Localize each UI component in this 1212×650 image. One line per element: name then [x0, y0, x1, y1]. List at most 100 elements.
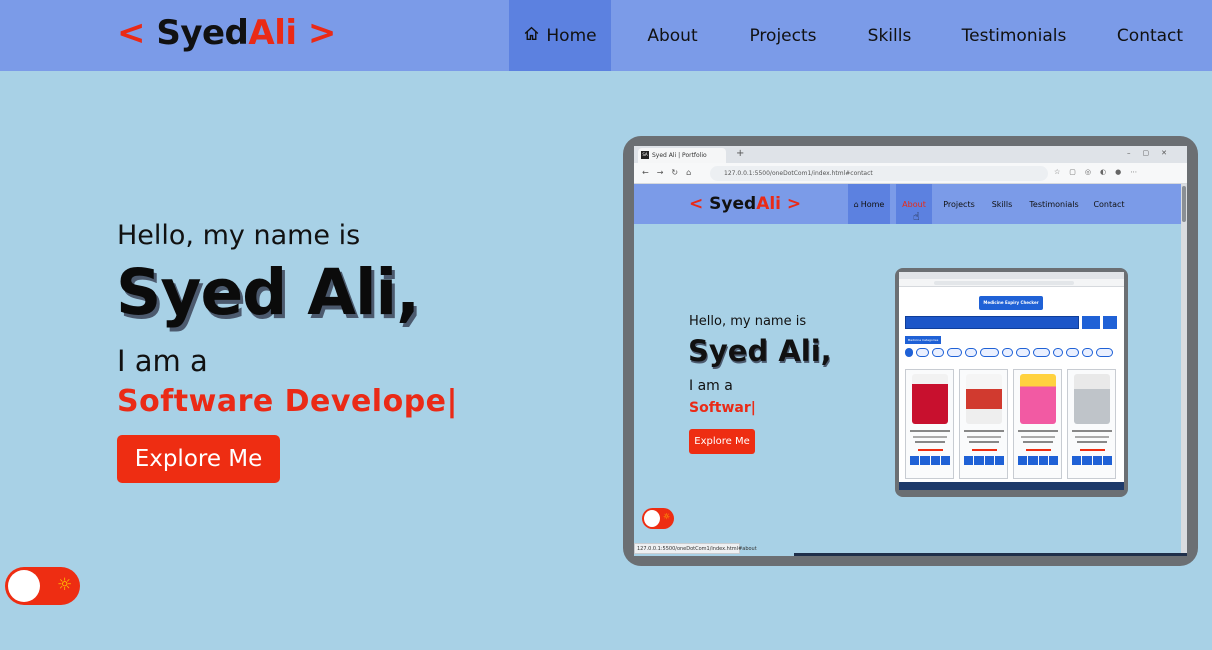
- theme-toggle[interactable]: ☼: [5, 567, 80, 605]
- logo-close-bracket: >: [296, 13, 337, 53]
- medicine-expiry-line: [1026, 449, 1051, 451]
- preview-explore-button: Explore Me: [689, 429, 755, 454]
- medicine-cards: [905, 369, 1117, 479]
- medicine-stock-line: [915, 441, 945, 443]
- medicine-image: [912, 374, 948, 424]
- preview-logo-first: Syed: [709, 194, 757, 214]
- preview-logo-last: Ali: [756, 194, 782, 214]
- preview-nav-label: About: [902, 199, 926, 209]
- medicine-card: [905, 369, 954, 479]
- preview-theme-toggle: ☼: [642, 508, 674, 529]
- nested-tab-bar: [899, 272, 1124, 279]
- nav-item-testimonials[interactable]: Testimonials: [948, 0, 1080, 71]
- preview-scrollbar: [1181, 184, 1187, 556]
- new-tab-icon: +: [736, 148, 745, 159]
- preview-nav-contact: Contact: [1089, 184, 1129, 224]
- preview-scrollbar-thumb: [1182, 186, 1186, 222]
- hero-typed-role: Software Develope|: [117, 384, 458, 419]
- medicine-app-title: Medicine Expiry Checker: [979, 296, 1043, 310]
- preview-nav-home: ⌂ Home: [848, 184, 890, 224]
- nav-item-projects[interactable]: Projects: [734, 0, 832, 71]
- nav-item-home[interactable]: Home: [509, 0, 611, 71]
- browser-tab-title: Syed Ali | Portfolio: [652, 152, 707, 159]
- medicine-categories-label: Medicine Categories: [905, 336, 941, 344]
- preview-nav-label: Projects: [943, 199, 975, 209]
- medicine-image: [1074, 374, 1110, 424]
- category-chip: [947, 348, 962, 357]
- nav-item-skills[interactable]: Skills: [852, 0, 927, 71]
- preview-sun-icon: ☼: [663, 512, 671, 521]
- preview-nav-skills: Skills: [986, 184, 1018, 224]
- category-chip: [1016, 348, 1030, 357]
- explore-me-button[interactable]: Explore Me: [117, 435, 280, 483]
- project-preview-screenshot: SA Syed Ali | Portfolio + –▢✕ ←→↻⌂ 127.0…: [634, 146, 1187, 556]
- category-chip: [980, 348, 999, 357]
- medicine-stock-line: [969, 441, 999, 443]
- nested-address-bar: [899, 279, 1124, 287]
- preview-home-icon: ⌂: [853, 199, 859, 209]
- medicine-stock-line: [1077, 441, 1107, 443]
- toggle-knob: [8, 570, 40, 602]
- hero-greeting: Hello, my name is: [117, 220, 361, 251]
- browser-status-url: 127.0.0.1:5500/oneDotCom1/index.html#abo…: [634, 543, 757, 554]
- medicine-stock-line: [1023, 441, 1053, 443]
- hero-intro: I am a: [117, 344, 208, 378]
- medicine-card-buttons: [910, 456, 950, 465]
- sun-icon: ☼: [57, 575, 73, 595]
- logo-first-name: Syed: [156, 13, 249, 53]
- category-chip: [932, 348, 944, 357]
- preview-nav-label: Contact: [1093, 199, 1125, 209]
- medicine-expiry-line: [972, 449, 997, 451]
- medicine-clear-button: [1103, 316, 1117, 329]
- category-chip: [1096, 348, 1113, 357]
- medicine-card-buttons: [1018, 456, 1058, 465]
- nav-item-label: Contact: [1116, 25, 1184, 46]
- browser-address-bar: ←→↻⌂ 127.0.0.1:5500/oneDotCom1/index.htm…: [634, 163, 1187, 184]
- nested-project-frame: Medicine Expiry Checker Medicine Categor…: [895, 268, 1128, 497]
- medicine-name-line: [1018, 430, 1058, 432]
- medicine-detail-line: [1021, 436, 1055, 438]
- nav-item-label: Skills: [867, 25, 912, 46]
- medicine-image: [966, 374, 1002, 424]
- site-logo[interactable]: < SyedAli >: [117, 13, 336, 53]
- category-chip: [916, 348, 929, 357]
- navbar: < SyedAli > Home About Projects Skills T…: [0, 0, 1212, 71]
- category-chip: [965, 348, 977, 357]
- hero-name: Syed Ali,: [116, 256, 420, 329]
- preview-nav-label: Skills: [991, 199, 1013, 209]
- medicine-detail-line: [913, 436, 947, 438]
- medicine-card: [1067, 369, 1116, 479]
- preview-intro: I am a: [689, 378, 733, 394]
- browser-nav-icons: ←→↻⌂: [642, 168, 700, 177]
- medicine-card-buttons: [964, 456, 1004, 465]
- window-controls-icon: –▢✕: [1127, 149, 1179, 157]
- medicine-name-line: [964, 430, 1004, 432]
- browser-tab: SA Syed Ali | Portfolio: [638, 148, 726, 163]
- browser-url: 127.0.0.1:5500/oneDotCom1/index.html#con…: [710, 166, 1048, 181]
- browser-tab-bar: SA Syed Ali | Portfolio + –▢✕: [634, 146, 1187, 163]
- project-preview-frame: SA Syed Ali | Portfolio + –▢✕ ←→↻⌂ 127.0…: [623, 136, 1198, 566]
- preview-toggle-knob: [644, 510, 660, 527]
- category-chip: [1002, 348, 1013, 357]
- category-chip: [1066, 348, 1079, 357]
- nav-item-about[interactable]: About: [630, 0, 715, 71]
- favicon: SA: [641, 151, 649, 159]
- nav-item-contact[interactable]: Contact: [1102, 0, 1198, 71]
- preview-logo-open: <: [689, 194, 710, 214]
- medicine-expiry-line: [1080, 449, 1105, 451]
- medicine-card: [959, 369, 1008, 479]
- browser-toolbar-icons: ☆▢◎◐●⋯: [1054, 168, 1147, 176]
- nav-item-label: Projects: [749, 25, 817, 46]
- preview-typed-role: Softwar|: [689, 400, 756, 416]
- medicine-image: [1020, 374, 1056, 424]
- medicine-app-footer: [899, 482, 1124, 490]
- category-chip: [1053, 348, 1063, 357]
- home-icon: [523, 25, 540, 47]
- category-chip: [905, 348, 913, 357]
- nav-item-label: Home: [546, 25, 597, 46]
- medicine-detail-line: [967, 436, 1001, 438]
- medicine-detail-line: [1075, 436, 1109, 438]
- preview-logo: < SyedAli >: [689, 194, 801, 214]
- medicine-category-chips: [905, 348, 1117, 358]
- medicine-card: [1013, 369, 1062, 479]
